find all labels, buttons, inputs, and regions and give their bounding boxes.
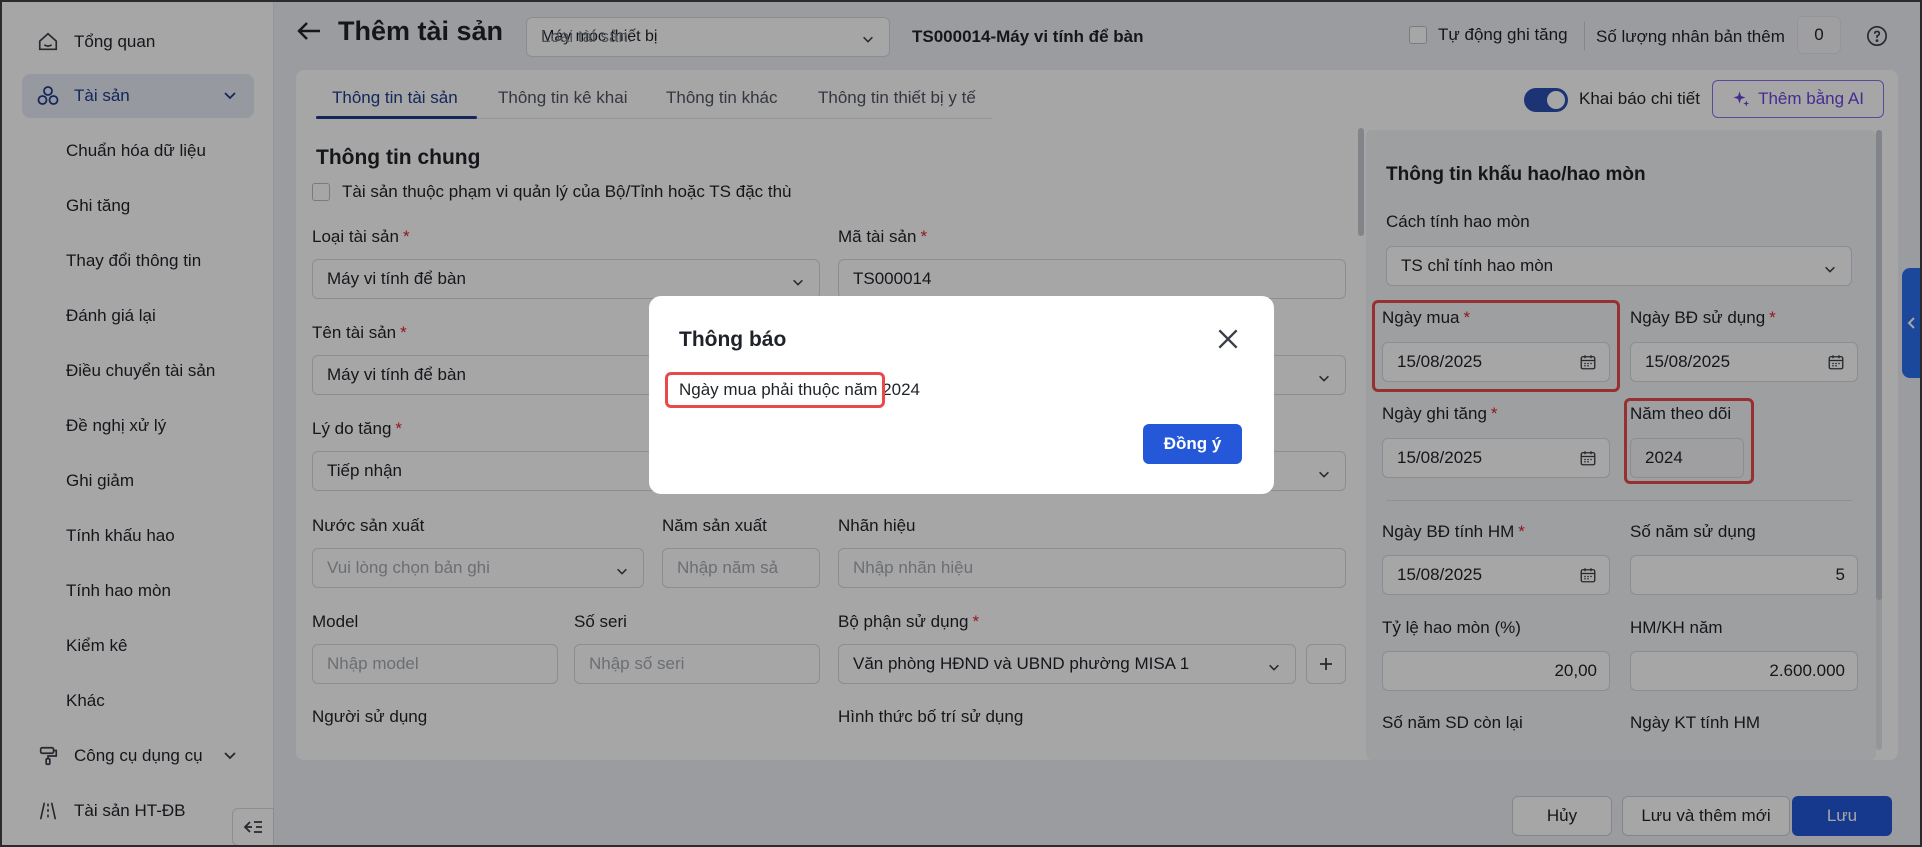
notification-dialog: Thông báo Ngày mua phải thuộc năm 2024 Đ… — [649, 296, 1274, 494]
close-icon — [1218, 329, 1238, 349]
message-highlight — [665, 372, 885, 408]
dialog-title: Thông báo — [679, 328, 787, 351]
ok-button[interactable]: Đồng ý — [1143, 424, 1242, 464]
close-button[interactable] — [1215, 326, 1241, 357]
